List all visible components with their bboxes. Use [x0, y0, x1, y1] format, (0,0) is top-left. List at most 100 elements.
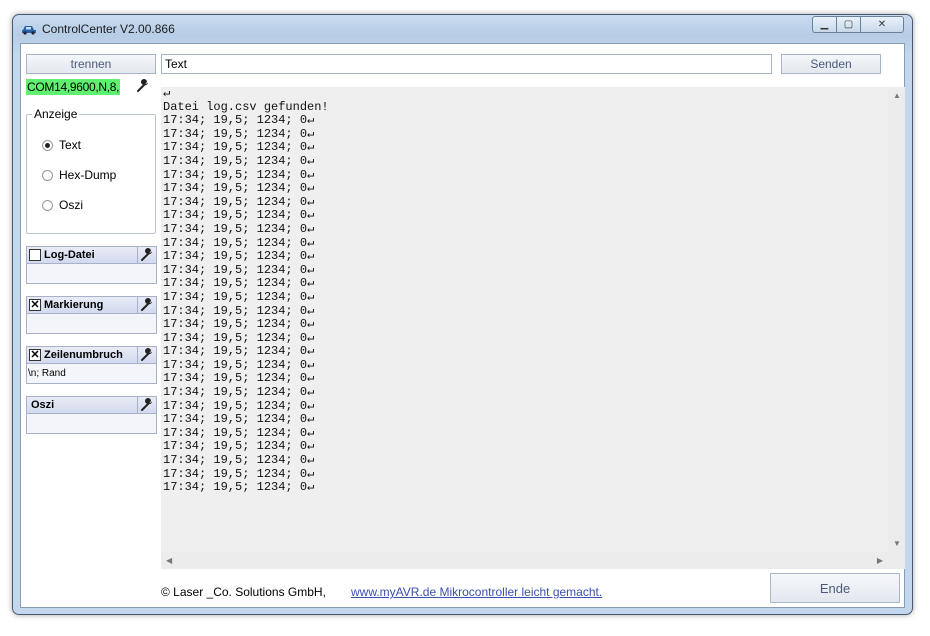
terminal-line: 17:34; 19,5; 1234; 0↵ [163, 303, 315, 318]
terminal-line: 17:34; 19,5; 1234; 0↵ [163, 221, 315, 236]
divider [137, 347, 138, 363]
terminal-line: 17:34; 19,5; 1234; 0↵ [163, 167, 315, 182]
scroll-up-icon[interactable]: ▲ [893, 91, 901, 100]
line-wrap-label: Zeilenumbruch [44, 349, 123, 361]
wrench-icon[interactable] [140, 248, 154, 262]
terminal-output[interactable]: ↵ Datei log.csv gefunden! 17:34; 19,5; 123… [161, 86, 905, 569]
title-bar[interactable]: ControlCenter V2.00.866 ▁ ▢ ✕ [13, 15, 912, 43]
marking-header: ✕ Markierung [26, 296, 157, 314]
terminal-line: 17:34; 19,5; 1234; 0↵ [163, 398, 315, 413]
terminal-line: 17:34; 19,5; 1234; 0↵ [163, 181, 315, 196]
marking-checkbox[interactable]: ✕ [29, 299, 41, 311]
terminal-line: 17:34; 19,5; 1234; 0↵ [163, 425, 315, 440]
log-file-detail [26, 264, 157, 284]
marking-label: Markierung [44, 299, 104, 311]
oscilloscope-detail [26, 414, 157, 434]
minimize-button[interactable]: ▁ [812, 16, 837, 33]
line-wrap-header: ✕ Zeilenumbruch [26, 346, 157, 364]
marking-panel: ✕ Markierung [26, 296, 157, 334]
close-button[interactable]: ✕ [861, 16, 904, 33]
terminal-line: 17:34; 19,5; 1234; 0↵ [163, 385, 315, 400]
horizontal-scrollbar[interactable]: ◀ ▶ [161, 552, 888, 569]
app-window: ControlCenter V2.00.866 ▁ ▢ ✕ trennen Te… [12, 14, 913, 615]
oscilloscope-label: Oszi [31, 399, 55, 411]
terminal-line: 17:34; 19,5; 1234; 0↵ [163, 466, 315, 481]
divider [137, 247, 138, 263]
window-title: ControlCenter V2.00.866 [42, 22, 175, 36]
terminal-line: 17:34; 19,5; 1234; 0↵ [163, 276, 315, 291]
terminal-line: 17:34; 19,5; 1234; 0↵ [163, 194, 315, 209]
terminal-line: 17:34; 19,5; 1234; 0↵ [163, 371, 315, 386]
oscilloscope-panel: Oszi [26, 396, 157, 434]
minimize-icon: ▁ [820, 19, 829, 30]
log-file-label: Log-Datei [44, 249, 95, 261]
terminal-line: 17:34; 19,5; 1234; 0↵ [163, 357, 315, 372]
wrench-icon[interactable] [136, 79, 150, 93]
terminal-line: 17:34; 19,5; 1234; 0↵ [163, 126, 315, 141]
line-wrap-checkbox[interactable]: ✕ [29, 349, 41, 361]
maximize-button[interactable]: ▢ [837, 16, 861, 33]
terminal-line: 17:34; 19,5; 1234; 0↵ [163, 140, 315, 155]
copyright-text: © Laser _Co. Solutions GmbH, [161, 585, 326, 599]
scroll-corner [888, 552, 905, 569]
terminal-line: 17:34; 19,5; 1234; 0↵ [163, 289, 315, 304]
display-mode-legend: Anzeige [32, 107, 80, 121]
send-input[interactable]: Text [161, 54, 772, 74]
terminal-line: 17:34; 19,5; 1234; 0↵ [163, 262, 315, 277]
wrench-icon[interactable] [140, 398, 154, 412]
line-wrap-detail: \n; Rand [26, 364, 157, 384]
log-file-panel: Log-Datei [26, 246, 157, 284]
log-file-checkbox[interactable] [29, 249, 41, 261]
port-settings-badge: COM14,9600,N,8, [26, 79, 121, 95]
maximize-icon: ▢ [843, 19, 854, 30]
terminal-line: Datei log.csv gefunden! [163, 99, 329, 114]
terminal-line: 17:34; 19,5; 1234; 0↵ [163, 249, 315, 264]
log-file-header: Log-Datei [26, 246, 157, 264]
terminal-line: 17:34; 19,5; 1234; 0↵ [163, 208, 315, 223]
car-icon [22, 26, 36, 35]
end-label: Ende [819, 580, 851, 596]
wrench-icon[interactable] [140, 348, 154, 362]
scroll-right-icon[interactable]: ▶ [877, 556, 883, 565]
line-wrap-panel: ✕ Zeilenumbruch \n; Rand [26, 346, 157, 384]
send-button[interactable]: Senden [781, 54, 881, 74]
divider [137, 297, 138, 313]
radio-oszi[interactable]: Oszi [42, 198, 83, 212]
terminal-line: 17:34; 19,5; 1234; 0↵ [163, 453, 315, 468]
window-controls: ▁ ▢ ✕ [812, 16, 904, 33]
radio-text[interactable]: Text [42, 138, 81, 152]
terminal-text: ↵ Datei log.csv gefunden! 17:34; 19,5; 123… [163, 86, 883, 495]
radio-button[interactable] [42, 169, 53, 181]
close-icon: ✕ [877, 19, 887, 30]
vertical-scrollbar[interactable]: ▲ ▼ [888, 87, 905, 552]
scroll-left-icon[interactable]: ◀ [166, 556, 172, 565]
divider [137, 397, 138, 413]
radio-button[interactable] [42, 139, 53, 151]
client-area: trennen Text Senden COM14,9600,N,8, Anze… [20, 43, 905, 608]
radio-label: Hex-Dump [59, 168, 117, 182]
terminal-line: 17:34; 19,5; 1234; 0↵ [163, 439, 315, 454]
terminal-line: 17:34; 19,5; 1234; 0↵ [163, 412, 315, 427]
terminal-line: ↵ [163, 86, 171, 100]
website-link[interactable]: www.myAVR.de Mikrocontroller leicht gema… [351, 585, 602, 599]
terminal-line: 17:34; 19,5; 1234; 0↵ [163, 330, 315, 345]
radio-label: Oszi [59, 198, 83, 212]
scroll-down-icon[interactable]: ▼ [893, 539, 901, 548]
terminal-line: 17:34; 19,5; 1234; 0↵ [163, 113, 315, 128]
send-input-value: Text [165, 57, 188, 71]
terminal-line: 17:34; 19,5; 1234; 0↵ [163, 480, 315, 495]
radio-hex-dump[interactable]: Hex-Dump [42, 168, 116, 182]
marking-detail [26, 314, 157, 334]
end-button[interactable]: Ende [770, 573, 900, 603]
terminal-line: 17:34; 19,5; 1234; 0↵ [163, 153, 315, 168]
display-mode-group: Anzeige Text Hex-Dump Oszi [26, 107, 156, 234]
disconnect-label: trennen [70, 57, 112, 71]
radio-button[interactable] [42, 199, 53, 211]
disconnect-button[interactable]: trennen [26, 54, 156, 74]
wrench-icon[interactable] [140, 298, 154, 312]
terminal-line: 17:34; 19,5; 1234; 0↵ [163, 344, 315, 359]
oscilloscope-header: Oszi [26, 396, 157, 414]
terminal-line: 17:34; 19,5; 1234; 0↵ [163, 317, 315, 332]
send-label: Senden [810, 57, 852, 71]
radio-label: Text [59, 138, 82, 152]
